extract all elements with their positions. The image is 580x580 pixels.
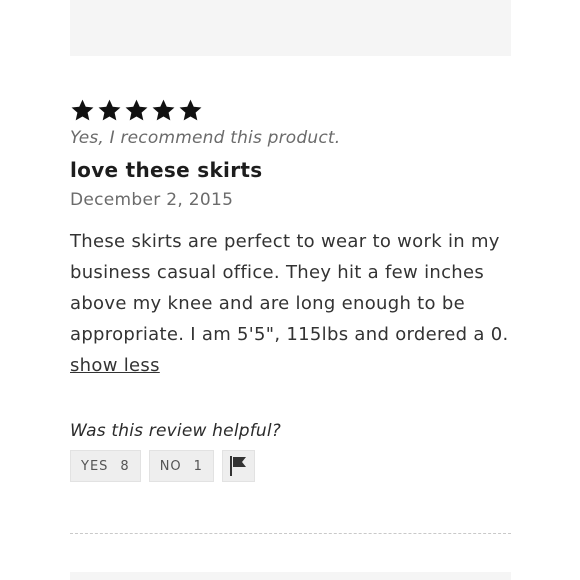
- yes-label: YES: [81, 458, 109, 474]
- yes-count: 8: [120, 458, 130, 474]
- helpful-question: Was this review helpful?: [70, 421, 282, 441]
- review-body: These skirts are perfect to wear to work…: [70, 226, 511, 381]
- review-title: love these skirts: [70, 158, 263, 182]
- recommend-statement: Yes, I recommend this product.: [70, 128, 341, 148]
- no-count: 1: [193, 458, 203, 474]
- previous-section-block: [70, 0, 511, 56]
- star-icon: [152, 99, 175, 120]
- next-section-block: [70, 572, 511, 580]
- star-icon: [98, 99, 121, 120]
- review-body-text: These skirts are perfect to wear to work…: [70, 231, 509, 345]
- show-less-link[interactable]: show less: [70, 355, 160, 376]
- review-date: December 2, 2015: [70, 190, 234, 210]
- star-icon: [179, 99, 202, 120]
- helpful-buttons: YES 8 NO 1: [70, 450, 511, 482]
- flag-icon: [230, 456, 247, 476]
- helpful-yes-button[interactable]: YES 8: [70, 450, 141, 482]
- helpful-no-button[interactable]: NO 1: [148, 450, 214, 482]
- review-divider: [70, 533, 511, 534]
- review-card: Yes, I recommend this product. love thes…: [70, 96, 511, 482]
- star-rating: [70, 96, 511, 124]
- review-page: Yes, I recommend this product. love thes…: [0, 0, 580, 580]
- no-label: NO: [159, 458, 182, 474]
- report-flag-button[interactable]: [221, 450, 255, 482]
- star-icon: [71, 99, 94, 120]
- star-icon: [125, 99, 148, 120]
